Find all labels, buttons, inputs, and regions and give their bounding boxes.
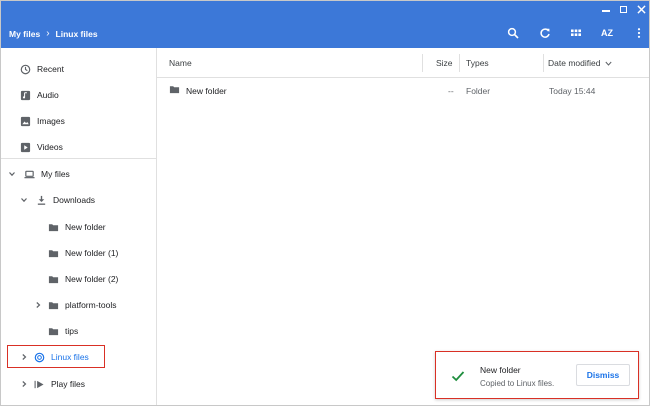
sidebar-item-label: New folder (2) xyxy=(65,274,119,284)
column-size[interactable]: Size xyxy=(436,58,453,68)
more-options-button[interactable] xyxy=(631,25,647,41)
column-divider[interactable] xyxy=(543,54,544,72)
folder-icon xyxy=(47,273,59,285)
file-row[interactable]: New folder -- Folder Today 15:44 xyxy=(157,80,649,102)
sidebar-item-label: New folder (1) xyxy=(65,248,119,258)
toast-message: Copied to Linux files. xyxy=(480,379,555,388)
sidebar-item-label: Downloads xyxy=(53,195,96,205)
sidebar-item-label: New folder xyxy=(65,222,106,232)
sidebar-item-images[interactable]: Images xyxy=(19,112,65,130)
column-divider[interactable] xyxy=(459,54,460,72)
folder-icon xyxy=(47,325,59,337)
column-type[interactable]: Types xyxy=(466,58,489,68)
dismiss-button[interactable]: Dismiss xyxy=(576,364,630,386)
file-type: Folder xyxy=(466,86,491,96)
sidebar-item-label: platform-tools xyxy=(65,300,117,310)
breadcrumb: My files › Linux files xyxy=(9,28,98,40)
close-icon xyxy=(636,4,646,14)
chevron-right-icon[interactable] xyxy=(19,379,29,389)
sidebar-item-folder[interactable]: New folder xyxy=(47,218,106,236)
chevron-down-icon[interactable] xyxy=(7,169,17,179)
grid-view-icon xyxy=(571,29,581,36)
chevron-down-icon[interactable] xyxy=(19,195,29,205)
file-size: -- xyxy=(448,86,454,96)
file-name: New folder xyxy=(186,86,227,96)
sort-descending-icon xyxy=(605,61,612,66)
folder-icon xyxy=(47,247,59,259)
video-icon xyxy=(19,141,31,153)
column-date-modified[interactable]: Date modified xyxy=(548,58,612,68)
sort-az-icon: AZ xyxy=(601,28,613,38)
toast-title: New folder xyxy=(480,365,521,375)
sidebar: Recent Audio Images Videos My files Down… xyxy=(1,48,157,405)
linux-files-highlight xyxy=(7,345,105,368)
sidebar-item-label: Audio xyxy=(37,90,59,100)
sidebar-item-label: tips xyxy=(65,326,79,336)
copy-complete-toast: New folder Copied to Linux files. Dismis… xyxy=(435,351,639,399)
sidebar-divider xyxy=(1,158,156,159)
sidebar-item-label: My files xyxy=(41,169,70,179)
breadcrumb-linux-files[interactable]: Linux files xyxy=(56,29,98,39)
laptop-icon xyxy=(23,168,35,180)
folder-icon xyxy=(47,221,59,233)
maximize-icon xyxy=(619,5,627,13)
chevron-right-icon[interactable] xyxy=(33,300,43,310)
breadcrumb-separator: › xyxy=(46,28,50,39)
refresh-button[interactable] xyxy=(537,25,553,41)
file-date: Today 15:44 xyxy=(549,86,596,96)
sidebar-item-folder[interactable]: tips xyxy=(47,322,78,340)
app-header: My files › Linux files AZ xyxy=(1,1,649,48)
sidebar-item-label: Recent xyxy=(37,64,64,74)
check-icon xyxy=(451,371,465,382)
search-icon xyxy=(507,27,519,39)
clock-icon xyxy=(19,63,31,75)
sidebar-item-recent[interactable]: Recent xyxy=(19,60,64,78)
more-vert-icon xyxy=(637,28,641,38)
minimize-icon xyxy=(602,10,610,12)
sidebar-item-play-files[interactable]: Play files xyxy=(19,375,85,393)
sidebar-item-platform-tools[interactable]: platform-tools xyxy=(33,296,117,314)
sidebar-item-label: Images xyxy=(37,116,65,126)
breadcrumb-my-files[interactable]: My files xyxy=(9,29,40,39)
play-icon xyxy=(33,378,45,390)
image-icon xyxy=(19,115,31,127)
column-date-label: Date modified xyxy=(548,58,601,68)
maximize-button[interactable] xyxy=(614,2,632,16)
column-divider[interactable] xyxy=(422,54,423,72)
folder-icon xyxy=(169,84,180,97)
file-list-header: Name Size Types Date modified xyxy=(157,48,649,78)
refresh-icon xyxy=(540,28,550,38)
sidebar-item-downloads[interactable]: Downloads xyxy=(19,191,95,209)
sort-button[interactable]: AZ xyxy=(599,25,615,41)
grid-view-button[interactable] xyxy=(568,25,584,41)
sidebar-item-folder[interactable]: New folder (1) xyxy=(47,244,118,262)
minimize-button[interactable] xyxy=(597,2,615,16)
close-button[interactable] xyxy=(632,2,649,16)
sidebar-item-audio[interactable]: Audio xyxy=(19,86,59,104)
download-icon xyxy=(35,194,47,206)
sidebar-item-folder[interactable]: New folder (2) xyxy=(47,270,118,288)
audio-icon xyxy=(19,89,31,101)
sidebar-item-my-files[interactable]: My files xyxy=(7,165,70,183)
search-button[interactable] xyxy=(505,25,521,41)
sidebar-item-videos[interactable]: Videos xyxy=(19,138,63,156)
column-name[interactable]: Name xyxy=(169,58,192,68)
sidebar-item-label: Play files xyxy=(51,379,86,389)
files-app-window: My files › Linux files AZ Recent Audio I… xyxy=(0,0,650,406)
sidebar-item-label: Videos xyxy=(37,142,63,152)
folder-icon xyxy=(47,299,59,311)
